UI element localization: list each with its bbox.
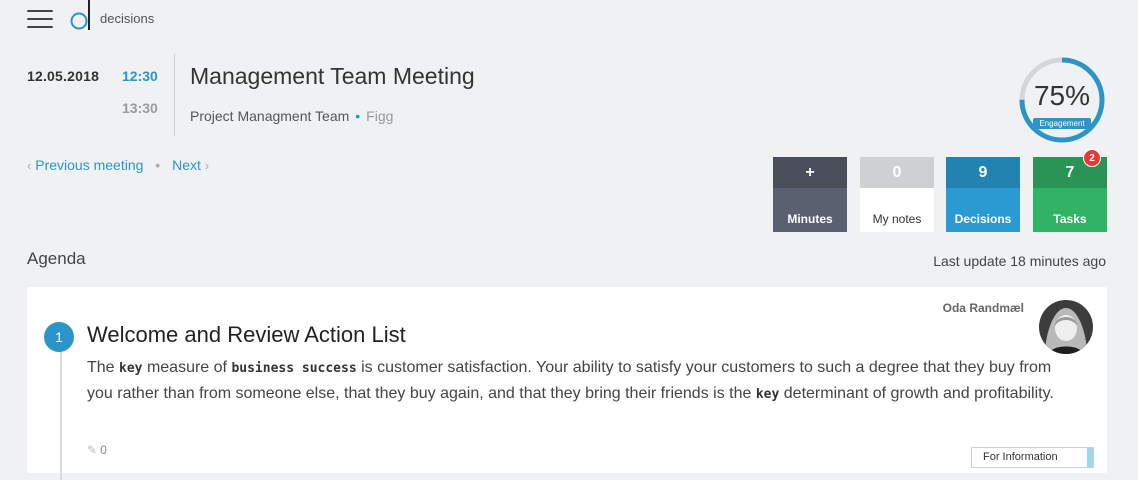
agenda-heading: Agenda (27, 249, 86, 268)
menu-icon[interactable] (27, 9, 53, 29)
tag-color-bar (1087, 448, 1093, 467)
keyword-highlight: business success (231, 361, 357, 376)
keyword-highlight: key (755, 387, 780, 402)
decisions-count: 9 (946, 157, 1020, 188)
agenda-item-description: The key measure of business success is c… (87, 355, 1077, 407)
edit-count[interactable]: ✎ 0 (87, 443, 107, 457)
previous-meeting-link[interactable]: Previous meeting (35, 157, 143, 173)
description-text: measure of (142, 359, 232, 376)
meeting-title: Management Team Meeting (190, 63, 475, 89)
header-divider (174, 54, 175, 136)
meeting-subtitle: Project Managment Team • Figg (190, 108, 393, 124)
tasks-label: Tasks (1033, 188, 1107, 232)
logo-icon (70, 0, 90, 30)
engagement-value: 75% (1033, 80, 1091, 111)
item-category-label: For Information (983, 451, 1058, 463)
meeting-team[interactable]: Project Managment Team (190, 108, 349, 124)
next-meeting-link[interactable]: Next (172, 157, 201, 173)
meeting-date: 12.05.2018 (27, 68, 100, 84)
minutes-tile[interactable]: + Minutes (773, 157, 847, 232)
agenda-item-number: 1 (44, 322, 74, 352)
engagement-gauge: 75% Engagement (1018, 56, 1106, 144)
decisions-label: Decisions (946, 188, 1020, 232)
timeline-line (60, 350, 62, 480)
keyword-highlight: key (119, 361, 143, 376)
avatar (1039, 300, 1093, 354)
meeting-end-time: 13:30 (122, 100, 158, 116)
meeting-start-time: 12:30 (122, 68, 158, 84)
edit-count-value: 0 (100, 443, 107, 457)
tasks-tile[interactable]: 7 Tasks (1033, 157, 1107, 232)
my-notes-count: 0 (860, 157, 934, 188)
my-notes-tile[interactable]: 0 My notes (860, 157, 934, 232)
description-text: The (87, 359, 120, 376)
my-notes-label: My notes (860, 188, 934, 232)
decisions-tile[interactable]: 9 Decisions (946, 157, 1020, 232)
minutes-label: Minutes (773, 188, 847, 232)
engagement-label: Engagement (1033, 118, 1091, 129)
logo-text: decisions (100, 11, 155, 26)
minutes-add-icon: + (773, 157, 847, 188)
avatar-photo (1039, 300, 1093, 354)
pencil-icon: ✎ (87, 443, 98, 457)
chevron-left-icon: ‹ (27, 158, 32, 173)
description-text: determinant of growth and profitability. (779, 385, 1054, 402)
meeting-navigation: ‹ Previous meeting • Next › (27, 157, 209, 173)
chevron-right-icon: › (204, 158, 210, 173)
meeting-location: Figg (366, 108, 394, 124)
last-update-text: Last update 18 minutes ago (933, 253, 1106, 269)
item-category-tag[interactable]: For Information (971, 447, 1094, 468)
separator-dot: • (155, 157, 161, 173)
agenda-item-author: Oda Randmæl (942, 301, 1024, 315)
tasks-notification-badge: 2 (1083, 149, 1101, 167)
separator-dot: • (355, 108, 361, 124)
agenda-item-title[interactable]: Welcome and Review Action List (87, 322, 406, 348)
